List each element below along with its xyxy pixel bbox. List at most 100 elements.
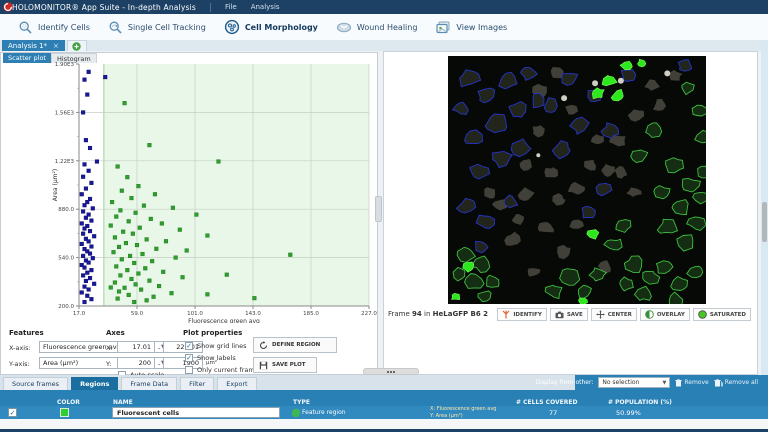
save-image-button[interactable]: SAVE [550, 308, 588, 321]
data-point [195, 213, 199, 217]
svg-text:227.0: 227.0 [361, 311, 377, 317]
data-point [134, 283, 138, 287]
data-point [90, 297, 94, 301]
region-color-swatch[interactable] [60, 408, 69, 417]
data-point [90, 219, 94, 223]
region-name-input[interactable]: Fluorescent cells [112, 407, 280, 418]
vertical-scrollbar-thumb[interactable] [762, 202, 767, 242]
data-point [152, 295, 156, 299]
only-current-frame-label: Only current frame [197, 366, 259, 374]
table-row[interactable]: ✓ Fluorescent cells Feature region X: Fl… [0, 406, 768, 419]
data-point [123, 101, 127, 105]
data-point [143, 266, 147, 270]
data-point [80, 192, 84, 196]
overlay-button[interactable]: OVERLAY [640, 308, 690, 321]
row-checkbox[interactable]: ✓ [8, 408, 17, 417]
tab-export[interactable]: Export [217, 377, 256, 390]
show-grid-lines-option[interactable]: Show grid lines [185, 342, 247, 350]
horizontal-splitter-handle[interactable] [363, 368, 419, 375]
data-point [90, 181, 94, 185]
menu-separator [210, 3, 211, 12]
trash-icon [675, 379, 682, 387]
data-point [114, 215, 118, 219]
data-point [157, 284, 161, 288]
frame-source: HeLaGFP B6 2 [433, 310, 488, 318]
data-point [130, 277, 134, 281]
display-from-other-select[interactable]: No selection ▼ [598, 377, 670, 388]
data-point [84, 138, 88, 142]
only-current-frame-checkbox[interactable] [185, 366, 193, 374]
toolbar-label: Single Cell Tracking [128, 23, 206, 32]
x-axis-title: Fluorescence green avg [188, 318, 260, 323]
image-panel: Frame 94 in HeLaGFP B6 2 IDENTIFY SAVE [383, 51, 758, 375]
panel-splitter-handle[interactable] [375, 196, 382, 222]
only-current-frame-option[interactable]: Only current frame [185, 366, 259, 374]
toolbar-label: Identify Cells [38, 23, 90, 32]
tab-frame-data[interactable]: Frame Data [121, 377, 177, 390]
menu-analysis[interactable]: Analysis [251, 3, 280, 11]
tab-filter[interactable]: Filter [180, 377, 214, 390]
tab-analysis-1[interactable]: Analysis 1* × [2, 40, 65, 51]
bottom-tab-strip: Source frames Regions Frame Data Filter … [0, 375, 575, 390]
toolbar-label: Cell Morphology [245, 23, 318, 32]
data-point [170, 291, 174, 295]
save-plot-button[interactable]: SAVE PLOT [253, 357, 317, 373]
close-tab-icon[interactable]: × [53, 42, 59, 50]
x-min-input[interactable]: 17.01 [117, 341, 155, 353]
data-point [123, 286, 127, 290]
add-analysis-icon [72, 42, 81, 51]
scatter-plot-panel: Scatter plot Histogram 17.059.0101.0143.… [0, 52, 378, 375]
data-point [206, 293, 210, 297]
app-toolbar: Identify Cells Single Cell Tracking Cell… [0, 14, 768, 41]
data-point [206, 234, 210, 238]
population-value: 50.99% [616, 409, 641, 417]
tab-regions[interactable]: Regions [71, 377, 118, 390]
show-labels-checkbox[interactable] [185, 354, 193, 362]
show-grid-lines-checkbox[interactable] [185, 342, 193, 350]
data-point [85, 271, 89, 275]
cell-outline-green [698, 166, 706, 178]
data-point [117, 290, 121, 294]
toolbar-wound-healing[interactable]: Wound Healing [336, 20, 418, 35]
frame-caption-prefix: Frame [388, 310, 410, 318]
y-min-input[interactable]: 200 [117, 357, 155, 369]
scatter-plot[interactable]: 17.059.0101.0143.0185.0227.0200.0540.088… [1, 53, 379, 323]
data-point [90, 245, 94, 249]
toolbar-cell-morphology[interactable]: Cell Morphology [224, 19, 318, 35]
data-point [120, 258, 124, 262]
tab-source-frames[interactable]: Source frames [3, 377, 68, 390]
cell-outline-green [692, 105, 706, 116]
app-window: HOLOMONITOR® App Suite - In-depth Analys… [0, 0, 768, 432]
data-point [138, 226, 142, 230]
cell-morphology-icon [224, 19, 240, 35]
remove-button[interactable]: Remove [675, 379, 708, 387]
remove-all-button[interactable]: Remove all [714, 379, 758, 387]
data-point [150, 259, 154, 263]
svg-text:59.0: 59.0 [131, 311, 144, 317]
saturated-button[interactable]: SATURATED [693, 308, 751, 321]
identify-button[interactable]: IDENTIFY [497, 308, 547, 321]
data-point [145, 238, 149, 242]
image-toolbar: IDENTIFY SAVE CENTER [497, 308, 751, 321]
save-plot-label: SAVE PLOT [272, 362, 306, 368]
toolbar-single-cell-tracking[interactable]: Single Cell Tracking [108, 20, 206, 35]
wound-healing-icon [336, 20, 352, 35]
data-point [153, 192, 157, 196]
data-point [109, 286, 113, 290]
define-region-button[interactable]: DEFINE REGION [253, 337, 337, 353]
microscopy-image[interactable] [448, 56, 706, 304]
data-point [161, 270, 165, 274]
display-controls: Display from other: No selection ▼ Remov… [536, 377, 758, 388]
toolbar-identify-cells[interactable]: Identify Cells [18, 20, 90, 35]
show-labels-option[interactable]: Show labels [185, 354, 236, 362]
toolbar-view-images[interactable]: View Images [435, 20, 507, 35]
data-point [148, 143, 152, 147]
menu-file[interactable]: File [225, 3, 237, 11]
svg-text:101.0: 101.0 [187, 311, 203, 317]
center-button[interactable]: CENTER [591, 308, 637, 321]
data-point [119, 274, 123, 278]
add-analysis-tab[interactable] [67, 40, 87, 51]
plot-properties-title: Plot properties [183, 329, 242, 337]
axes-y-label: Y: [106, 360, 111, 368]
data-point [155, 247, 159, 251]
